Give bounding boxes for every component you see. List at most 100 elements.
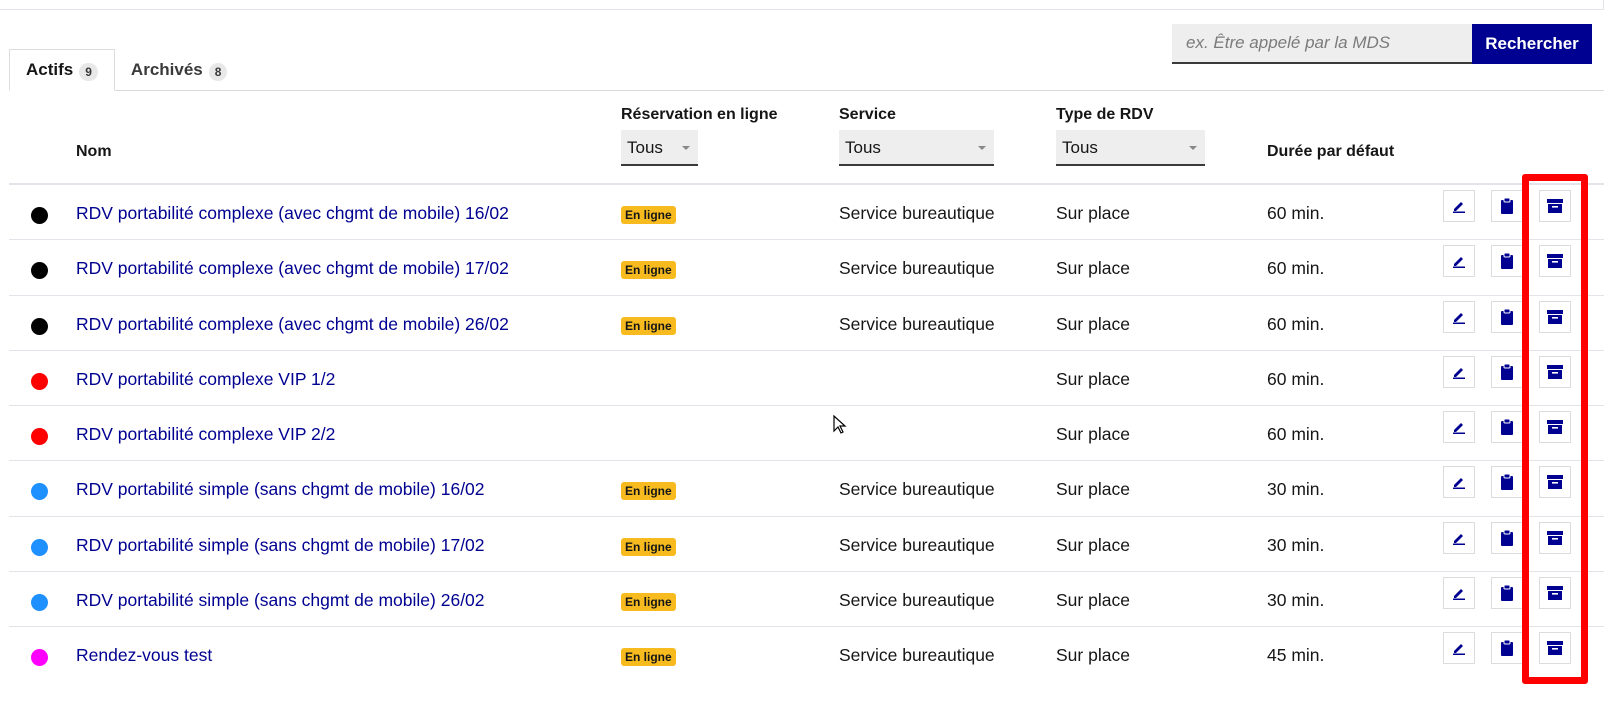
pencil-icon	[1453, 423, 1465, 435]
motif-name-link[interactable]: RDV portabilité complexe (avec chgmt de …	[76, 314, 509, 335]
online-badge: En ligne	[621, 648, 676, 667]
duration-cell: 60 min.	[1267, 203, 1325, 223]
online-badge: En ligne	[621, 537, 676, 556]
type-cell: Sur place	[1056, 258, 1130, 279]
tab-count-badge: 9	[79, 62, 98, 81]
table-row: Rendez-vous test En ligne Service bureau…	[9, 627, 1604, 682]
duplicate-button[interactable]	[1491, 521, 1523, 554]
color-dot	[31, 428, 48, 446]
clipboard-icon	[1501, 585, 1513, 602]
tab-label: Actifs	[26, 60, 74, 79]
header-type: Type de RDV	[1056, 106, 1154, 123]
type-cell: Sur place	[1056, 479, 1130, 500]
header-service: Service	[839, 106, 896, 123]
table-row: RDV portabilité complexe VIP 1/2 Sur pla…	[9, 351, 1604, 407]
filter-service-select[interactable]: Tous	[839, 130, 994, 166]
motif-name-link[interactable]: RDV portabilité simple (sans chgmt de mo…	[76, 535, 485, 556]
clipboard-icon	[1501, 198, 1513, 214]
clipboard-icon	[1501, 363, 1513, 380]
tabs: Actifs 9 Archivés 8	[9, 49, 243, 91]
tab-archives[interactable]: Archivés 8	[115, 49, 244, 91]
edit-button[interactable]	[1443, 466, 1475, 499]
duration-cell: 60 min.	[1267, 424, 1325, 445]
search-button[interactable]: Rechercher	[1472, 24, 1592, 64]
online-badge: En ligne	[621, 316, 676, 335]
header-duration: Durée par défaut	[1267, 143, 1395, 160]
search-input[interactable]	[1172, 24, 1472, 64]
service-cell: Service bureautique	[839, 313, 995, 334]
clipboard-icon	[1501, 253, 1513, 270]
online-badge: En ligne	[621, 593, 676, 612]
duplicate-button[interactable]	[1491, 411, 1523, 444]
color-dot	[31, 262, 48, 280]
tab-count-badge: 8	[208, 62, 228, 81]
pencil-icon	[1453, 533, 1465, 545]
duration-cell: 45 min.	[1267, 645, 1325, 666]
clipboard-icon	[1501, 474, 1513, 491]
service-cell: Service bureautique	[839, 645, 995, 666]
tab-actifs[interactable]: Actifs 9	[9, 49, 115, 91]
clipboard-icon	[1501, 640, 1513, 657]
filter-value: Tous	[1062, 138, 1098, 157]
duplicate-button[interactable]	[1491, 632, 1523, 665]
edit-button[interactable]	[1443, 632, 1475, 665]
pencil-icon	[1453, 257, 1465, 269]
service-cell: Service bureautique	[839, 203, 995, 223]
duplicate-button[interactable]	[1491, 355, 1523, 388]
mouse-cursor-icon	[833, 415, 847, 434]
filter-value: Tous	[845, 138, 881, 157]
table-row: RDV portabilité complexe (avec chgmt de …	[9, 185, 1604, 241]
duplicate-button[interactable]	[1491, 466, 1523, 499]
edit-button[interactable]	[1443, 245, 1475, 278]
color-dot	[31, 483, 48, 501]
color-dot	[31, 594, 48, 612]
motif-name-link[interactable]: RDV portabilité complexe (avec chgmt de …	[76, 203, 509, 224]
duplicate-button[interactable]	[1491, 245, 1523, 278]
color-dot	[31, 649, 48, 667]
motif-name-link[interactable]: RDV portabilité simple (sans chgmt de mo…	[76, 479, 485, 500]
duration-cell: 30 min.	[1267, 479, 1325, 500]
online-badge: En ligne	[621, 482, 676, 501]
filter-online-select[interactable]: Tous	[621, 130, 698, 166]
type-cell: Sur place	[1056, 534, 1130, 555]
table-row: RDV portabilité simple (sans chgmt de mo…	[9, 461, 1604, 517]
motif-name-link[interactable]: RDV portabilité complexe VIP 2/2	[76, 424, 335, 445]
motif-name-link[interactable]: Rendez-vous test	[76, 645, 212, 666]
edit-button[interactable]	[1443, 411, 1475, 444]
color-dot	[31, 372, 48, 390]
edit-button[interactable]	[1443, 577, 1475, 610]
table-row: RDV portabilité complexe (avec chgmt de …	[9, 240, 1604, 296]
duration-cell: 30 min.	[1267, 534, 1325, 555]
edit-button[interactable]	[1443, 355, 1475, 388]
pencil-icon	[1453, 202, 1465, 213]
duplicate-button[interactable]	[1491, 190, 1523, 222]
chevron-down-icon	[978, 146, 986, 150]
type-cell: Sur place	[1056, 368, 1130, 389]
table-row: RDV portabilité complexe (avec chgmt de …	[9, 296, 1604, 351]
clipboard-icon	[1501, 308, 1513, 325]
service-cell: Service bureautique	[839, 479, 995, 500]
clipboard-icon	[1501, 419, 1513, 436]
motif-name-link[interactable]: RDV portabilité simple (sans chgmt de mo…	[76, 590, 485, 611]
top-panel-border	[0, 0, 1604, 10]
duration-cell: 60 min.	[1267, 313, 1325, 334]
chevron-down-icon	[682, 146, 690, 150]
type-cell: Sur place	[1056, 590, 1130, 611]
pencil-icon	[1453, 589, 1465, 601]
chevron-down-icon	[1189, 146, 1197, 150]
service-cell: Service bureautique	[839, 590, 995, 611]
motif-name-link[interactable]: RDV portabilité complexe (avec chgmt de …	[76, 258, 509, 279]
duplicate-button[interactable]	[1491, 577, 1523, 610]
edit-button[interactable]	[1443, 521, 1475, 554]
type-cell: Sur place	[1056, 645, 1130, 666]
filter-type-select[interactable]: Tous	[1056, 130, 1205, 166]
table-row: RDV portabilité complexe VIP 2/2 Sur pla…	[9, 406, 1604, 462]
edit-button[interactable]	[1443, 190, 1475, 222]
clipboard-icon	[1501, 529, 1513, 546]
tab-label: Archivés	[130, 60, 203, 79]
duplicate-button[interactable]	[1491, 300, 1523, 333]
type-cell: Sur place	[1056, 424, 1130, 445]
motif-name-link[interactable]: RDV portabilité complexe VIP 1/2	[76, 369, 335, 390]
edit-button[interactable]	[1443, 300, 1475, 333]
tabs-divider	[9, 90, 1604, 91]
